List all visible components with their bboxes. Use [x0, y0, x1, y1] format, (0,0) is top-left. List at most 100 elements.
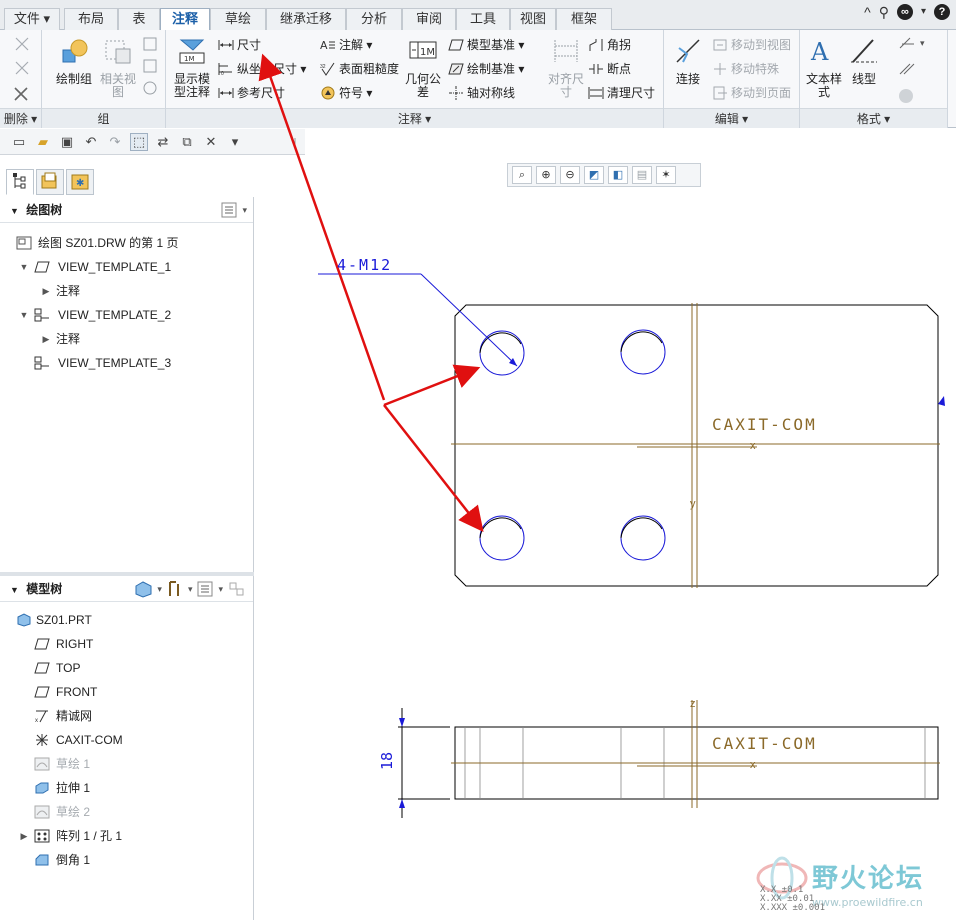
note-button[interactable]: A 注解 ▾: [320, 36, 372, 53]
tools-icon[interactable]: [166, 580, 184, 598]
tree-item-datum-front[interactable]: FRONT: [0, 680, 253, 704]
windows-icon[interactable]: ⧉: [178, 133, 196, 151]
chevron-down-icon[interactable]: ▾: [188, 580, 193, 598]
show-model-annotations-button[interactable]: 1M 显示模型注释: [170, 36, 214, 99]
display-style-icon[interactable]: ◧: [608, 166, 628, 184]
close-window-icon[interactable]: ✕: [202, 133, 220, 151]
line-style-button[interactable]: 线型: [844, 36, 884, 86]
drawing-tree-settings[interactable]: ▾: [220, 201, 247, 219]
save-icon[interactable]: ▣: [58, 133, 76, 151]
format-tools-icon[interactable]: ▾: [896, 34, 936, 108]
list-settings-icon[interactable]: [196, 580, 214, 598]
zoom-out-icon[interactable]: ⊖: [560, 166, 580, 184]
group-tools-icon[interactable]: [142, 36, 160, 98]
chevron-down-icon[interactable]: ▾: [921, 4, 926, 21]
tab-model-tree-navigator[interactable]: [6, 169, 34, 195]
expand-arrow-icon[interactable]: ▶: [40, 327, 52, 351]
collapse-ribbon-icon[interactable]: ^: [864, 4, 871, 21]
align-dimensions-button[interactable]: 对齐尺寸: [546, 36, 586, 99]
tab-analysis[interactable]: 分析: [346, 8, 402, 30]
expand-arrow-icon[interactable]: ▶: [18, 824, 30, 848]
group-label-delete[interactable]: 删除 ▾: [0, 108, 41, 128]
tab-annotate[interactable]: 注释: [160, 8, 210, 31]
top-view-label[interactable]: CAXIT-COM: [712, 415, 817, 434]
move-to-page-button[interactable]: 移动到页面: [712, 84, 791, 101]
move-special-button[interactable]: 移动特殊: [712, 60, 779, 77]
chevron-down-icon[interactable]: ▾: [157, 580, 162, 598]
tab-view[interactable]: 视图: [510, 8, 556, 30]
tree-item-view-template-1[interactable]: ▼ VIEW_TEMPLATE_1: [0, 255, 253, 279]
tree-item-pattern-hole[interactable]: ▶ 阵列 1 / 孔 1: [0, 824, 253, 848]
related-view-button[interactable]: 相关视图: [98, 36, 138, 99]
tree-item-annotations-1[interactable]: ▶ 注释: [0, 279, 253, 303]
symbol-button[interactable]: 符号 ▾: [320, 84, 372, 101]
model-datum-button[interactable]: 模型基准 ▾: [448, 36, 524, 53]
tab-file[interactable]: 文件 ▾: [4, 8, 60, 30]
tree-item-part[interactable]: SZ01.PRT: [0, 608, 253, 632]
filter-icon[interactable]: [227, 580, 247, 598]
new-file-icon[interactable]: ▭: [10, 133, 28, 151]
redo-icon[interactable]: ↷: [106, 133, 124, 151]
tab-frame[interactable]: 框架: [556, 8, 612, 30]
tab-tools[interactable]: 工具: [456, 8, 510, 30]
hole-callout-text[interactable]: 4-M12: [337, 256, 392, 274]
geometric-tolerance-button[interactable]: 1M 几何公差: [404, 36, 442, 99]
draw-datum-button[interactable]: 绘制基准 ▾: [448, 60, 524, 77]
tree-item-sketch-1[interactable]: 草绘 1: [0, 752, 253, 776]
community-icon[interactable]: ∞: [896, 4, 913, 20]
breakpoint-button[interactable]: 断点: [588, 60, 631, 77]
expand-arrow-icon[interactable]: ▶: [40, 279, 52, 303]
regenerate-icon[interactable]: ⇄: [154, 133, 172, 151]
front-view-label[interactable]: CAXIT-COM: [712, 734, 817, 753]
expand-arrow-icon[interactable]: ▼: [18, 303, 30, 327]
jog-button[interactable]: 角拐: [588, 36, 631, 53]
group-label-format[interactable]: 格式 ▾: [800, 108, 947, 128]
dimension-button[interactable]: 尺寸: [218, 36, 261, 53]
move-to-view-button[interactable]: 移动到视图: [712, 36, 791, 53]
surface-finish-button[interactable]: 32 表面粗糙度: [320, 60, 399, 77]
tree-item-datum-axis[interactable]: x 精诚网: [0, 704, 253, 728]
tree-item-drawing-sheet[interactable]: 绘图 SZ01.DRW 的第 1 页: [0, 231, 253, 255]
zoom-in-icon[interactable]: ⊕: [536, 166, 556, 184]
tab-favorites[interactable]: ✱: [66, 169, 94, 195]
tree-item-view-template-2[interactable]: ▼ VIEW_TEMPLATE_2: [0, 303, 253, 327]
undo-icon[interactable]: ↶: [82, 133, 100, 151]
select-box-icon[interactable]: ⬚: [130, 132, 148, 151]
text-style-button[interactable]: A 文本样式: [804, 36, 844, 99]
tab-review[interactable]: 审阅: [402, 8, 456, 30]
axis-symmetry-button[interactable]: 轴对称线: [448, 84, 515, 101]
tree-item-coordinate-system[interactable]: CAXIT-COM: [0, 728, 253, 752]
connect-button[interactable]: 连接: [668, 36, 708, 86]
tab-folder-browser[interactable]: [36, 169, 64, 195]
ordinate-dimension-button[interactable]: 0 纵坐标尺寸 ▾: [218, 60, 306, 77]
collapse-icon[interactable]: ▼: [10, 585, 19, 595]
tab-legacy-migration[interactable]: 继承迁移: [266, 8, 346, 30]
tab-layout[interactable]: 布局: [64, 8, 118, 30]
tree-item-extrude-1[interactable]: 拉伸 1: [0, 776, 253, 800]
draw-group-button[interactable]: 绘制组: [52, 36, 96, 86]
tree-item-annotations-2[interactable]: ▶ 注释: [0, 327, 253, 351]
saved-views-icon[interactable]: ▤: [632, 166, 652, 184]
help-icon[interactable]: ?: [934, 4, 950, 20]
tree-item-sketch-2[interactable]: 草绘 2: [0, 800, 253, 824]
datum-display-icon[interactable]: ✶: [656, 166, 676, 184]
thickness-dimension-text[interactable]: 18: [378, 752, 396, 770]
tree-item-view-template-3[interactable]: VIEW_TEMPLATE_3: [0, 351, 253, 375]
customize-toolbar-icon[interactable]: ▾: [226, 133, 244, 151]
model-tree-header[interactable]: ▼ 模型树 ▾ ▾ ▾: [0, 576, 253, 602]
delete-tools-icon[interactable]: [12, 34, 32, 108]
repaint-icon[interactable]: ◩: [584, 166, 604, 184]
chevron-down-icon[interactable]: ▾: [218, 580, 223, 598]
reference-dimension-button[interactable]: 参考尺寸: [218, 84, 285, 101]
refit-icon[interactable]: ⌕: [512, 166, 532, 184]
cleanup-dimensions-button[interactable]: 清理尺寸: [588, 84, 655, 101]
tree-item-datum-right[interactable]: RIGHT: [0, 632, 253, 656]
tab-table[interactable]: 表: [118, 8, 160, 30]
tree-item-datum-top[interactable]: TOP: [0, 656, 253, 680]
search-icon[interactable]: ⚲: [879, 4, 889, 21]
tree-item-chamfer-1[interactable]: 倒角 1: [0, 848, 253, 872]
expand-arrow-icon[interactable]: ▼: [18, 255, 30, 279]
drawing-tree-header[interactable]: ▼ 绘图树 ▾: [0, 197, 253, 223]
tab-sketch[interactable]: 草绘: [210, 8, 266, 30]
collapse-icon[interactable]: ▼: [10, 206, 19, 216]
